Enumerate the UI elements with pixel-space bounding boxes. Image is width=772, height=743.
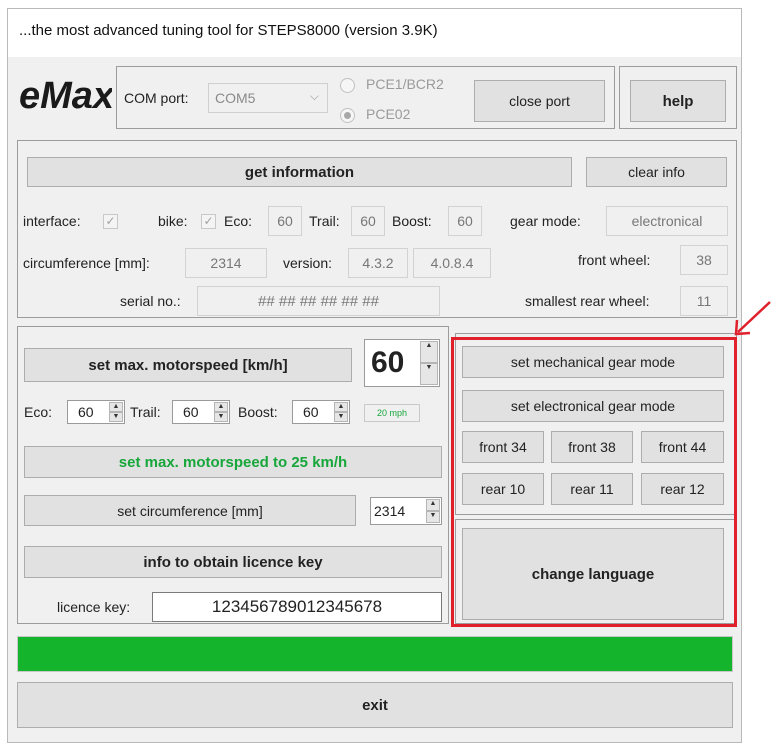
radio-pce02[interactable] (340, 108, 355, 123)
gear-mode-value: electronical (606, 206, 728, 236)
smallest-rear-label: smallest rear wheel: (525, 293, 650, 309)
arrow-up-icon[interactable]: ▲ (109, 402, 123, 412)
motor-eco-value: 60 (78, 404, 94, 420)
close-port-button[interactable]: close port (474, 80, 605, 122)
arrow-up-icon[interactable]: ▲ (214, 402, 228, 412)
get-information-button[interactable]: get information (27, 157, 572, 187)
emax-logo-text: eMax (19, 75, 112, 117)
set-25kmh-button[interactable]: set max. motorspeed to 25 km/h (24, 446, 442, 478)
chevron-down-icon: ⌵ (309, 89, 319, 103)
trail-value: 60 (351, 206, 385, 236)
interface-checkbox: ✓ (103, 214, 118, 229)
circumference-input-value: 2314 (374, 503, 406, 519)
front-wheel-label: front wheel: (578, 252, 651, 268)
highlight-arrow (734, 301, 771, 336)
interface-label: interface: (23, 213, 81, 229)
front-wheel-value: 38 (680, 245, 728, 275)
serial-value: ## ## ## ## ## ## (197, 286, 440, 316)
mph-badge: 20 mph (364, 404, 420, 422)
arrow-up-icon[interactable]: ▲ (426, 499, 440, 511)
motor-trail-spinner[interactable]: 60 ▲ ▼ (172, 400, 230, 424)
com-port-label: COM port: (124, 90, 189, 106)
set-circumference-button[interactable]: set circumference [mm] (24, 495, 356, 526)
circumference-spinner[interactable]: 2314 ▲ ▼ (370, 497, 442, 525)
arrow-down-icon[interactable]: ▼ (334, 412, 348, 422)
version-label: version: (283, 255, 333, 271)
arrow-down-icon[interactable]: ▼ (214, 412, 228, 422)
arrow-down-icon[interactable]: ▼ (426, 511, 440, 523)
radio-pce1[interactable] (340, 78, 355, 93)
version-value-2: 4.0.8.4 (413, 248, 491, 278)
licence-key-value: 123456789012345678 (211, 597, 383, 616)
progress-track (17, 636, 733, 672)
help-button[interactable]: help (630, 80, 726, 122)
circumference-stepper[interactable]: ▲ ▼ (426, 499, 440, 523)
emax-logo-graphic: eMax (19, 75, 116, 117)
bike-label: bike: (158, 213, 188, 229)
eco-value: 60 (268, 206, 302, 236)
motor-trail-value: 60 (183, 404, 199, 420)
motor-boost-stepper[interactable]: ▲ ▼ (334, 402, 348, 422)
max-motorspeed-stepper[interactable]: ▲ ▼ (420, 341, 438, 385)
gear-mode-label: gear mode: (510, 213, 581, 229)
clear-info-button[interactable]: clear info (586, 157, 727, 187)
circumference-label: circumference [mm]: (23, 255, 150, 271)
motor-eco-label: Eco: (24, 404, 53, 420)
eco-label: Eco: (224, 213, 253, 229)
circumference-value: 2314 (185, 248, 267, 278)
serial-label: serial no.: (120, 293, 181, 309)
arrow-down-icon[interactable]: ▼ (420, 363, 438, 385)
window-title: ...the most advanced tuning tool for STE… (19, 22, 438, 39)
licence-key-label: licence key: (57, 599, 131, 615)
highlight-box (451, 337, 737, 627)
radio-pce02-label: PCE02 (366, 106, 411, 122)
arrow-up-icon[interactable]: ▲ (334, 402, 348, 412)
max-motorspeed-value: 60 (371, 346, 405, 379)
motor-trail-stepper[interactable]: ▲ ▼ (214, 402, 228, 422)
version-value-1: 4.3.2 (348, 248, 408, 278)
motor-eco-stepper[interactable]: ▲ ▼ (109, 402, 123, 422)
motor-boost-value: 60 (303, 404, 319, 420)
boost-label: Boost: (392, 213, 432, 229)
emax-logo: eMax (17, 64, 116, 129)
exit-button[interactable]: exit (17, 682, 733, 728)
radio-pce1-label: PCE1/BCR2 (366, 76, 444, 92)
motor-trail-label: Trail: (130, 404, 161, 420)
com-port-select[interactable]: COM5 ⌵ (208, 83, 328, 113)
progress-fill (18, 637, 732, 671)
motor-boost-spinner[interactable]: 60 ▲ ▼ (292, 400, 350, 424)
arrow-up-icon[interactable]: ▲ (420, 341, 438, 363)
trail-label: Trail: (309, 213, 340, 229)
motor-boost-label: Boost: (238, 404, 278, 420)
max-motorspeed-spinner[interactable]: 60 ▲ ▼ (364, 339, 440, 387)
boost-value: 60 (448, 206, 482, 236)
licence-info-button[interactable]: info to obtain licence key (24, 546, 442, 578)
licence-key-input[interactable]: 123456789012345678 (152, 592, 442, 622)
set-max-motorspeed-button[interactable]: set max. motorspeed [km/h] (24, 348, 352, 382)
smallest-rear-value: 11 (680, 286, 728, 316)
com-port-value: COM5 (215, 90, 256, 106)
bike-checkbox: ✓ (201, 214, 216, 229)
motor-eco-spinner[interactable]: 60 ▲ ▼ (67, 400, 125, 424)
arrow-down-icon[interactable]: ▼ (109, 412, 123, 422)
